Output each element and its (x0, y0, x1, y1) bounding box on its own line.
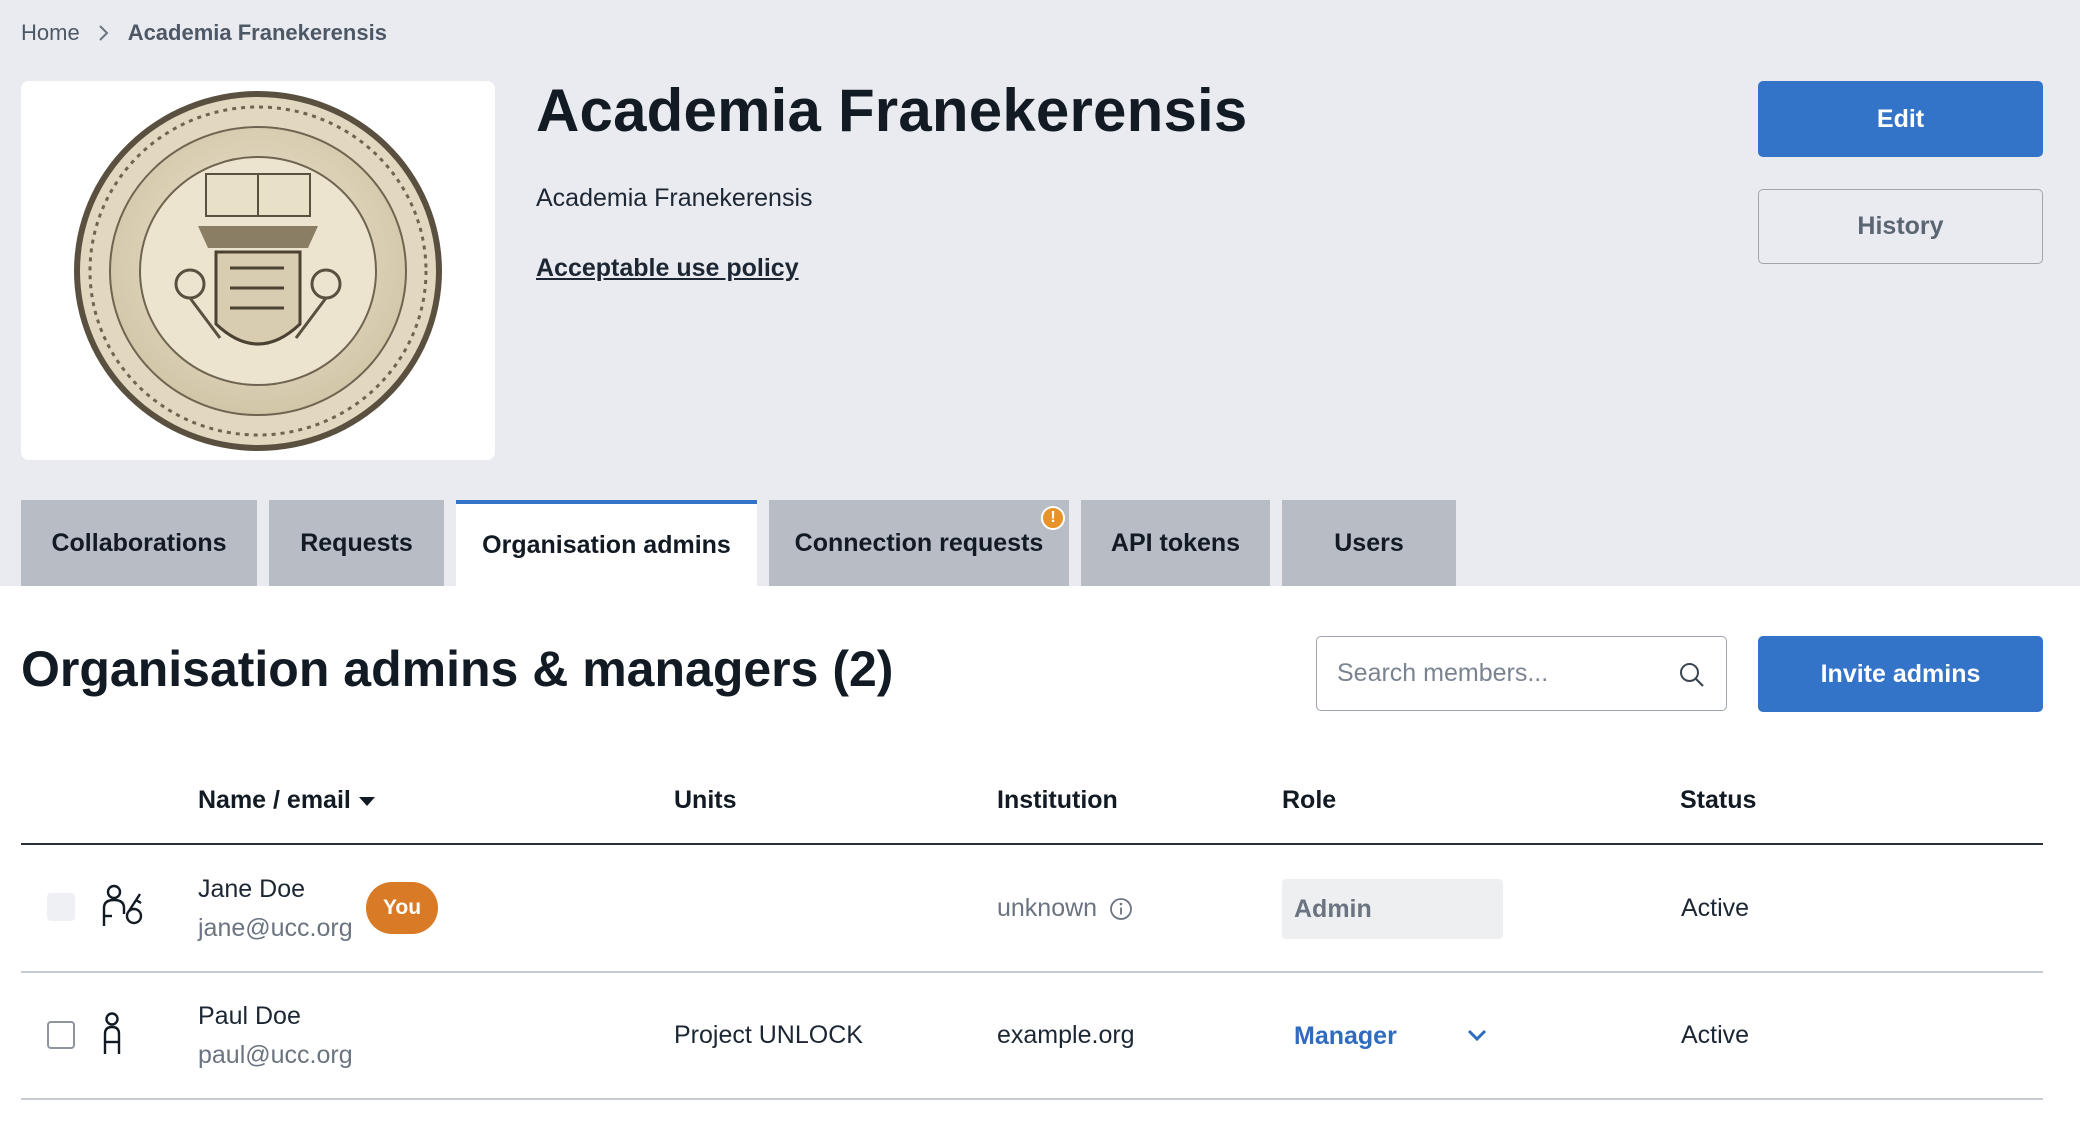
chevron-down-icon (1467, 1029, 1487, 1042)
tab-label: Organisation admins (482, 530, 731, 559)
member-name: Jane Doe (198, 875, 306, 903)
member-status: Active (1681, 894, 1750, 922)
tab-organisation-admins[interactable]: Organisation admins (456, 500, 757, 586)
page-title: Academia Franekerensis (536, 77, 1248, 144)
chevron-right-icon (98, 24, 110, 42)
info-icon[interactable] (1109, 897, 1133, 921)
column-header-units[interactable]: Units (674, 786, 737, 815)
row-select-checkbox[interactable] (47, 1021, 75, 1049)
breadcrumb: Home Academia Franekerensis (21, 18, 387, 48)
notification-icon: ! (1041, 506, 1065, 530)
tab-requests[interactable]: Requests (269, 500, 444, 586)
member-units: Project UNLOCK (674, 1021, 863, 1049)
member-status: Active (1681, 1021, 1750, 1049)
tab-connection-requests[interactable]: Connection requests ! (769, 500, 1069, 586)
organisation-subtitle: Academia Franekerensis (536, 184, 813, 212)
search-input[interactable] (1317, 659, 1657, 688)
column-header-name[interactable]: Name / email (198, 786, 377, 815)
tab-label: API tokens (1110, 528, 1241, 557)
search-box (1316, 636, 1727, 711)
member-institution: unknown (997, 894, 1133, 923)
member-name: Paul Doe (198, 1002, 301, 1030)
sort-desc-icon (358, 796, 375, 806)
tab-label: Requests (300, 528, 413, 557)
breadcrumb-home-link[interactable]: Home (21, 20, 80, 46)
tab-api-tokens[interactable]: API tokens (1081, 500, 1270, 586)
tab-bar: Collaborations Requests Organisation adm… (21, 500, 1456, 586)
role-field-disabled: Admin (1282, 879, 1503, 939)
row-select-checkbox (47, 893, 75, 921)
row-divider (21, 971, 2043, 973)
member-email: jane@ucc.org (198, 914, 353, 942)
edit-button[interactable]: Edit (1758, 81, 2043, 157)
university-seal-icon (74, 90, 442, 451)
admin-user-icon (102, 884, 143, 926)
member-institution: example.org (997, 1021, 1135, 1049)
acceptable-use-policy-link[interactable]: Acceptable use policy (536, 254, 799, 283)
tab-users[interactable]: Users (1282, 500, 1456, 586)
section-title: Organisation admins & managers (2) (21, 641, 894, 697)
search-icon[interactable] (1678, 661, 1706, 689)
tab-label: Users (1334, 528, 1404, 557)
column-header-label: Name / email (198, 786, 351, 814)
column-header-role[interactable]: Role (1282, 786, 1336, 815)
role-select-value: Manager (1294, 1021, 1397, 1050)
column-header-status[interactable]: Status (1680, 786, 1756, 815)
invite-admins-button[interactable]: Invite admins (1758, 636, 2043, 712)
organisation-logo (21, 81, 495, 460)
column-header-institution[interactable]: Institution (997, 786, 1118, 815)
user-icon (103, 1012, 121, 1054)
institution-label: unknown (997, 894, 1098, 922)
tab-label: Collaborations (51, 528, 227, 557)
tab-label: Connection requests (794, 528, 1044, 557)
member-email: paul@ucc.org (198, 1041, 353, 1069)
tab-collaborations[interactable]: Collaborations (21, 500, 257, 586)
breadcrumb-current: Academia Franekerensis (127, 20, 387, 45)
you-badge: You (366, 882, 438, 934)
history-button[interactable]: History (1758, 189, 2043, 264)
role-select[interactable]: Manager (1282, 1006, 1503, 1066)
row-divider (21, 1098, 2043, 1100)
table-header-divider (21, 843, 2043, 845)
